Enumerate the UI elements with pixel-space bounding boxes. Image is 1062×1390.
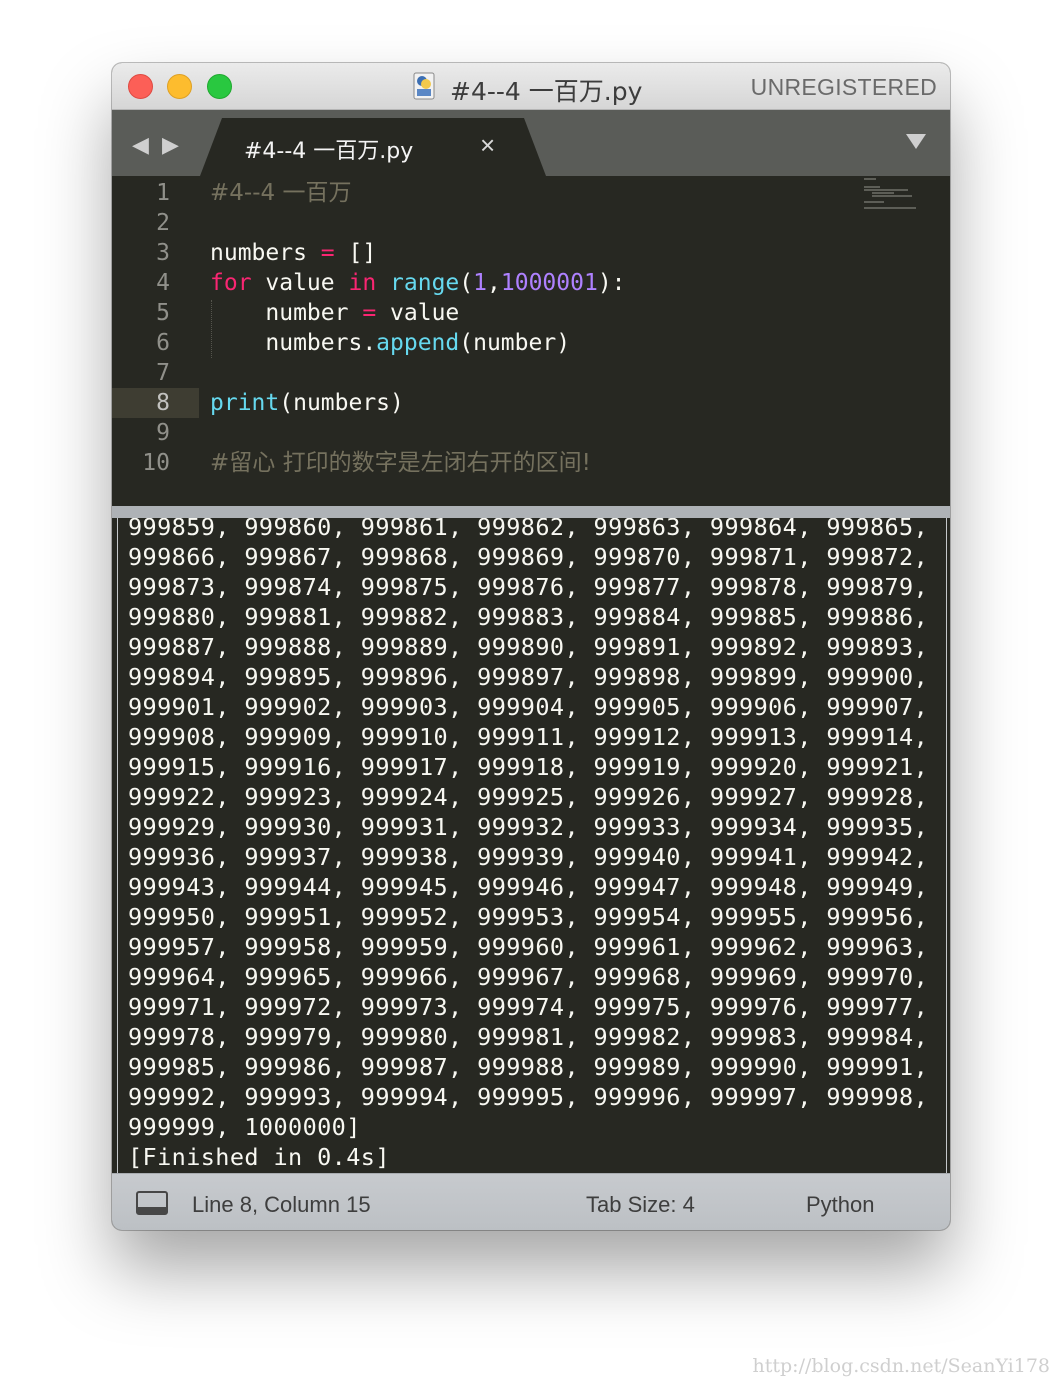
toggle-panel-icon[interactable] [136, 1191, 168, 1215]
code-text: #4--4 一百万 [210, 178, 351, 208]
code-line[interactable]: 7 [112, 358, 950, 388]
output-line: 999957, 999958, 999959, 999960, 999961, … [128, 933, 929, 961]
code-token: in [348, 270, 377, 296]
line-number: 6 [156, 330, 170, 356]
tab-back-arrow-icon[interactable]: ◀ [132, 132, 149, 158]
cursor-position[interactable]: Line 8, Column 15 [192, 1192, 371, 1218]
output-line: 999978, 999979, 999980, 999981, 999982, … [128, 1023, 929, 1051]
output-line: 999887, 999888, 999889, 999890, 999891, … [128, 633, 929, 661]
output-line: 999971, 999972, 999973, 999974, 999975, … [128, 993, 929, 1021]
line-number: 4 [156, 270, 170, 296]
line-number: 3 [156, 240, 170, 266]
code-text: #留心 打印的数字是左闭右开的区间! [210, 448, 591, 478]
output-line: 999922, 999923, 999924, 999925, 999926, … [128, 783, 929, 811]
code-token: range [390, 270, 460, 296]
close-window-button[interactable] [128, 74, 153, 99]
code-token: 1 [473, 270, 488, 296]
code-token: number [210, 300, 363, 326]
code-token: value [251, 270, 349, 296]
code-token: for [210, 270, 252, 296]
output-line: 999866, 999867, 999868, 999869, 999870, … [128, 543, 929, 571]
code-line[interactable]: 8 print(numbers) [112, 388, 950, 418]
line-number: 7 [156, 360, 170, 386]
tab-bar: ◀ ▶ #4--4 一百万.py × [112, 110, 950, 176]
output-line: 999901, 999902, 999903, 999904, 999905, … [128, 693, 929, 721]
code-token: ( [459, 270, 474, 296]
code-text: numbers.append(number) [210, 328, 570, 358]
code-token: ): [597, 270, 626, 296]
line-number: 1 [156, 180, 170, 206]
code-token: = [320, 240, 335, 266]
code-token: (number) [459, 330, 571, 356]
code-token: numbers [210, 240, 321, 266]
code-text: numbers = [] [210, 238, 376, 268]
code-token: append [376, 330, 460, 356]
code-token: 1000001 [500, 270, 598, 296]
code-token: value [376, 300, 460, 326]
output-line: 999915, 999916, 999917, 999918, 999919, … [128, 753, 929, 781]
line-number: 10 [142, 450, 170, 476]
tab-list-dropdown-icon[interactable] [906, 134, 926, 149]
minimize-window-button[interactable] [167, 74, 192, 99]
code-line[interactable]: 2 [112, 208, 950, 238]
output-line: 999873, 999874, 999875, 999876, 999877, … [128, 573, 929, 601]
output-line: 999936, 999937, 999938, 999939, 999940, … [128, 843, 929, 871]
maximize-window-button[interactable] [207, 74, 232, 99]
output-line: 999992, 999993, 999994, 999995, 999996, … [128, 1083, 929, 1111]
output-line: 999908, 999909, 999910, 999911, 999912, … [128, 723, 929, 751]
registration-status: UNREGISTERED [750, 74, 937, 100]
output-line: 999929, 999930, 999931, 999932, 999933, … [128, 813, 929, 841]
code-text: for value in range(1,1000001): [210, 268, 626, 298]
output-line: 999985, 999986, 999987, 999988, 999989, … [128, 1053, 929, 1081]
output-line: [Finished in 0.4s] [128, 1143, 390, 1171]
editor-window: #4--4 一百万.py UNREGISTERED ◀ ▶ #4--4 一百万.… [112, 63, 950, 1230]
code-line[interactable]: 3 numbers = [] [112, 238, 950, 268]
watermark: http://blog.csdn.net/SeanYi178 [752, 1355, 1050, 1377]
output-line: 999964, 999965, 999966, 999967, 999968, … [128, 963, 929, 991]
output-line: 999859, 999860, 999861, 999862, 999863, … [128, 518, 929, 541]
code-token: print [210, 390, 280, 416]
code-line[interactable]: 9 [112, 418, 950, 448]
tab-label: #4--4 一百万.py [244, 139, 414, 164]
tab-forward-arrow-icon[interactable]: ▶ [162, 132, 179, 158]
code-token: = [362, 300, 377, 326]
code-token: #4--4 一百万 [210, 180, 352, 206]
code-editor[interactable]: 1 #4--4 一百万 2 3 numbers = [] 4 for value in ra… [112, 176, 950, 506]
code-token: #留心 打印的数字是左闭右开的区间! [210, 450, 591, 476]
output-line: 999880, 999881, 999882, 999883, 999884, … [128, 603, 929, 631]
code-line[interactable]: 5 number = value [112, 298, 950, 328]
tab-close-icon[interactable]: × [480, 130, 495, 161]
code-line[interactable]: 6 numbers.append(number) [112, 328, 950, 358]
output-line: 999943, 999944, 999945, 999946, 999947, … [128, 873, 929, 901]
output-line: 999894, 999895, 999896, 999897, 999898, … [128, 663, 929, 691]
code-text: number = value [210, 298, 459, 328]
line-number: 9 [156, 420, 170, 446]
code-text: print(numbers) [210, 388, 404, 418]
syntax-indicator[interactable]: Python [806, 1192, 875, 1218]
window-title: #4--4 一百万.py [450, 77, 643, 106]
panel-splitter[interactable] [112, 506, 950, 518]
code-token: numbers. [210, 330, 377, 356]
status-bar: Line 8, Column 15 Tab Size: 4 Python [112, 1173, 950, 1230]
code-token: , [487, 270, 501, 296]
code-line[interactable]: 10 #留心 打印的数字是左闭右开的区间! [112, 448, 950, 478]
python-file-icon [413, 72, 435, 100]
code-token: (numbers) [279, 390, 404, 416]
code-line[interactable]: 1 #4--4 一百万 [112, 178, 950, 208]
code-token: [] [334, 240, 377, 266]
line-number: 2 [156, 210, 170, 236]
tab-size-indicator[interactable]: Tab Size: 4 [586, 1192, 695, 1218]
tab-active-file[interactable]: #4--4 一百万.py × [200, 118, 546, 176]
title-bar[interactable]: #4--4 一百万.py UNREGISTERED [112, 63, 950, 110]
output-line: 999950, 999951, 999952, 999953, 999954, … [128, 903, 929, 931]
build-output-panel[interactable]: 999859, 999860, 999861, 999862, 999863, … [117, 518, 947, 1173]
output-line: 999999, 1000000] [128, 1113, 361, 1141]
line-number: 5 [156, 300, 170, 326]
line-number: 8 [156, 390, 170, 416]
code-line[interactable]: 4 for value in range(1,1000001): [112, 268, 950, 298]
